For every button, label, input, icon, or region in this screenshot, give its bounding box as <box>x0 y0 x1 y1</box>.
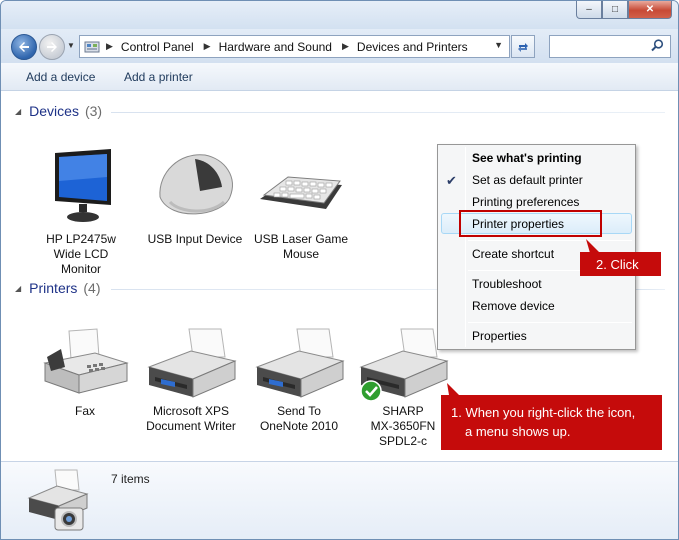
printer-label: Fax <box>35 404 135 419</box>
close-button[interactable]: ✕ <box>628 1 672 19</box>
menu-separator <box>468 322 632 323</box>
add-printer-button[interactable]: Add a printer <box>124 70 193 84</box>
callout-step-2: 2. Click <box>580 239 661 276</box>
collapse-icon[interactable]: ◢ <box>15 284 21 293</box>
printer-icon <box>147 328 237 398</box>
label-line: USB Laser Game <box>253 232 349 246</box>
callout-step-1: 1. When you right-click the icon, a menu… <box>441 383 662 450</box>
menu-item-printing-preferences[interactable]: Printing preferences <box>472 195 579 209</box>
fax-icon <box>43 328 129 394</box>
forward-arrow-icon <box>47 42 57 52</box>
label-line: HP LP2475w <box>46 232 116 246</box>
back-button[interactable] <box>11 34 37 60</box>
label-line: Wide LCD <box>53 247 109 261</box>
item-count: 7 items <box>111 472 150 486</box>
callout-text: a menu shows up. <box>465 424 571 439</box>
label-line: OneNote 2010 <box>259 419 339 433</box>
label-line: Document Writer <box>146 419 236 433</box>
details-pane: 7 items <box>1 461 678 539</box>
callout-text: 1. When you right-click the icon, <box>451 405 636 420</box>
menu-gutter <box>465 147 466 347</box>
collapse-icon[interactable]: ◢ <box>15 107 21 116</box>
explorer-window: – □ ✕ ▼ ▶ Control Panel ▶ Hardware and So… <box>0 0 679 540</box>
menu-item-remove-device[interactable]: Remove device <box>472 299 555 313</box>
breadcrumb-sep-root[interactable]: ▶ <box>106 41 121 52</box>
command-bar: Add a device Add a printer <box>1 63 678 91</box>
maximize-button[interactable]: □ <box>602 1 628 19</box>
label-line: Mouse <box>282 247 320 261</box>
devices-group-header[interactable]: ◢ Devices (3) <box>15 103 102 119</box>
refresh-icon <box>518 42 528 52</box>
printer-icon <box>255 328 345 398</box>
printer-label: Microsoft XPS Document Writer <box>141 404 241 434</box>
label-line: Fax <box>74 404 95 418</box>
checkmark-icon: ✔ <box>446 173 457 188</box>
group-title: Printers <box>29 280 78 296</box>
group-count: (4) <box>83 280 101 296</box>
callout-pointer <box>447 383 459 395</box>
device-label: USB Input Device <box>145 232 245 247</box>
menu-item-troubleshoot[interactable]: Troubleshoot <box>472 277 542 291</box>
printer-default-icon <box>359 328 449 402</box>
monitor-icon <box>55 149 111 222</box>
navigation-bar: ▼ ▶ Control Panel ▶ Hardware and Sound ▶ D… <box>1 29 678 63</box>
breadcrumb-hardware-and-sound[interactable]: Hardware and Sound ▶ <box>219 40 357 54</box>
callout-pointer <box>586 239 600 253</box>
menu-item-set-default[interactable]: Set as default printer <box>472 173 583 187</box>
title-bar[interactable]: – □ ✕ <box>1 1 678 29</box>
group-count: (3) <box>84 103 103 119</box>
minimize-button[interactable]: – <box>576 1 602 19</box>
breadcrumb-control-panel[interactable]: Control Panel ▶ <box>121 40 219 54</box>
context-menu: ✔ See what's printing Set as default pri… <box>437 144 636 350</box>
printers-group-header[interactable]: ◢ Printers (4) <box>15 280 101 296</box>
menu-item-see-whats-printing[interactable]: See what's printing <box>472 151 582 165</box>
address-bar[interactable]: ▶ Control Panel ▶ Hardware and Sound ▶ Dev… <box>79 35 510 58</box>
address-dropdown-icon[interactable]: ▼ <box>494 40 503 50</box>
device-item-usb-input[interactable]: USB Input Device <box>145 147 245 247</box>
breadcrumb-label[interactable]: Hardware and Sound <box>219 40 332 54</box>
label-line: SHARP <box>382 404 424 418</box>
device-label: HP LP2475w Wide LCD Monitor <box>31 232 131 277</box>
devices-printers-icon <box>27 469 89 531</box>
group-divider <box>111 112 665 113</box>
label-line: Microsoft XPS <box>152 404 230 418</box>
breadcrumb-label[interactable]: Devices and Printers <box>357 40 468 54</box>
highlight-box <box>459 210 602 237</box>
control-panel-icon <box>84 41 100 52</box>
printer-item-onenote[interactable]: Send To OneNote 2010 <box>249 327 349 433</box>
forward-button[interactable] <box>39 34 65 60</box>
label-line: Monitor <box>60 262 101 276</box>
keyboard-icon <box>260 176 342 209</box>
breadcrumb-label[interactable]: Control Panel <box>121 40 194 54</box>
back-arrow-icon <box>19 42 29 52</box>
label-line: USB Input Device <box>147 232 243 246</box>
group-divider <box>111 289 437 290</box>
search-input[interactable] <box>549 35 671 58</box>
printer-label: SHARP MX-3650FN SPDL2-c <box>353 404 453 449</box>
label-line: Send To <box>277 404 321 418</box>
printer-label: Send To OneNote 2010 <box>249 404 349 434</box>
device-item-monitor[interactable]: HP LP2475w Wide LCD Monitor <box>31 147 131 276</box>
group-title: Devices <box>29 103 79 119</box>
printer-item-xps[interactable]: Microsoft XPS Document Writer <box>141 327 241 433</box>
label-line: MX-3650FN <box>370 419 436 433</box>
menu-separator <box>468 240 632 241</box>
callout-text: 2. Click <box>596 257 639 272</box>
window-controls: – □ ✕ <box>576 1 672 19</box>
refresh-button[interactable] <box>511 35 535 58</box>
printer-item-fax[interactable]: Fax <box>35 327 135 419</box>
device-label: USB Laser Game Mouse <box>251 232 351 262</box>
mouse-icon <box>159 154 233 215</box>
device-item-usb-laser-mouse[interactable]: USB Laser Game Mouse <box>251 147 351 261</box>
menu-item-create-shortcut[interactable]: Create shortcut <box>472 247 554 261</box>
search-icon[interactable] <box>651 39 664 52</box>
menu-item-properties[interactable]: Properties <box>472 329 527 343</box>
recent-pages-dropdown[interactable]: ▼ <box>67 41 77 51</box>
add-device-button[interactable]: Add a device <box>26 70 95 84</box>
group-divider <box>636 289 665 290</box>
label-line: SPDL2-c <box>378 434 428 448</box>
breadcrumb-devices-and-printers[interactable]: Devices and Printers <box>357 40 468 54</box>
